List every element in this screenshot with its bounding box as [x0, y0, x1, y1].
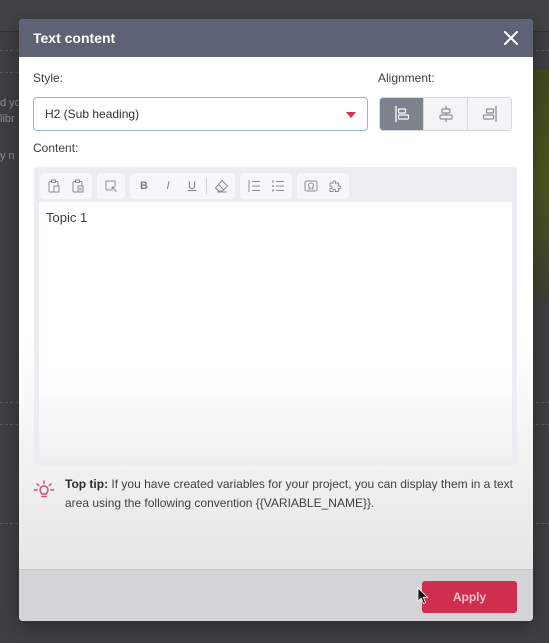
bold-button[interactable]: B [134, 176, 154, 196]
ordered-list-icon [248, 180, 260, 192]
toolbar-group-select [97, 173, 125, 199]
background-text: d yo [0, 97, 21, 109]
select-area-icon [105, 180, 117, 192]
toolbar-group-insert [297, 173, 349, 199]
style-select-value: H2 (Sub heading) [45, 107, 140, 121]
alignment-toggle-group [379, 97, 512, 131]
chevron-down-icon [346, 112, 356, 118]
italic-button[interactable]: I [158, 176, 178, 196]
text-content-dialog: Text content Style: Alignment: H2 (Sub h… [19, 19, 533, 621]
puzzle-icon [329, 180, 342, 192]
rich-text-editor: B I U Topic 1 [34, 167, 517, 465]
tip-body: If you have created variables for your p… [65, 477, 513, 510]
bullet-list-icon [272, 180, 284, 192]
style-select[interactable]: H2 (Sub heading) [33, 97, 368, 131]
toolbar-group-lists [240, 173, 292, 199]
alignment-label: Alignment: [378, 71, 435, 85]
bullet-list-button[interactable] [268, 176, 288, 196]
background-text: y n [0, 150, 15, 162]
align-right-button[interactable] [468, 98, 511, 130]
select-area-button[interactable] [101, 176, 121, 196]
close-button[interactable] [501, 28, 521, 48]
align-left-icon [394, 106, 409, 122]
eraser-icon [214, 179, 228, 193]
content-editor-area[interactable]: Topic 1 [39, 202, 512, 460]
dialog-footer: Apply [19, 569, 533, 621]
eraser-button[interactable] [211, 176, 231, 196]
paste-icon [48, 179, 60, 193]
omega-icon [304, 180, 318, 192]
align-center-icon [438, 106, 453, 122]
mouse-cursor-icon [417, 587, 429, 605]
plugin-button[interactable] [325, 176, 345, 196]
tip-text: Top tip: If you have created variables f… [65, 475, 513, 513]
tip-heading: Top tip: [65, 477, 109, 491]
apply-button[interactable]: Apply [422, 581, 517, 613]
ordered-list-button[interactable] [244, 176, 264, 196]
editor-toolbar: B I U [39, 172, 512, 200]
align-center-button[interactable] [424, 98, 468, 130]
lightbulb-icon [33, 480, 55, 498]
close-icon [504, 31, 518, 45]
style-label: Style: [33, 71, 64, 85]
paste-text-button[interactable] [68, 176, 88, 196]
dialog-body: Style: Alignment: H2 (Sub heading) Conte… [19, 57, 533, 569]
paste-text-icon [72, 179, 84, 193]
align-left-button[interactable] [380, 98, 424, 130]
paste-button[interactable] [44, 176, 64, 196]
underline-button[interactable]: U [182, 176, 202, 196]
dialog-title: Text content [33, 30, 116, 46]
background-text: libr [0, 113, 15, 125]
dialog-header: Text content [19, 19, 533, 57]
content-label: Content: [33, 141, 79, 155]
toolbar-group-clipboard [40, 173, 92, 199]
top-tip: Top tip: If you have created variables f… [33, 475, 513, 513]
special-character-button[interactable] [301, 176, 321, 196]
toolbar-separator [206, 178, 207, 194]
toolbar-group-format: B I U [130, 173, 235, 199]
align-right-icon [482, 106, 497, 122]
